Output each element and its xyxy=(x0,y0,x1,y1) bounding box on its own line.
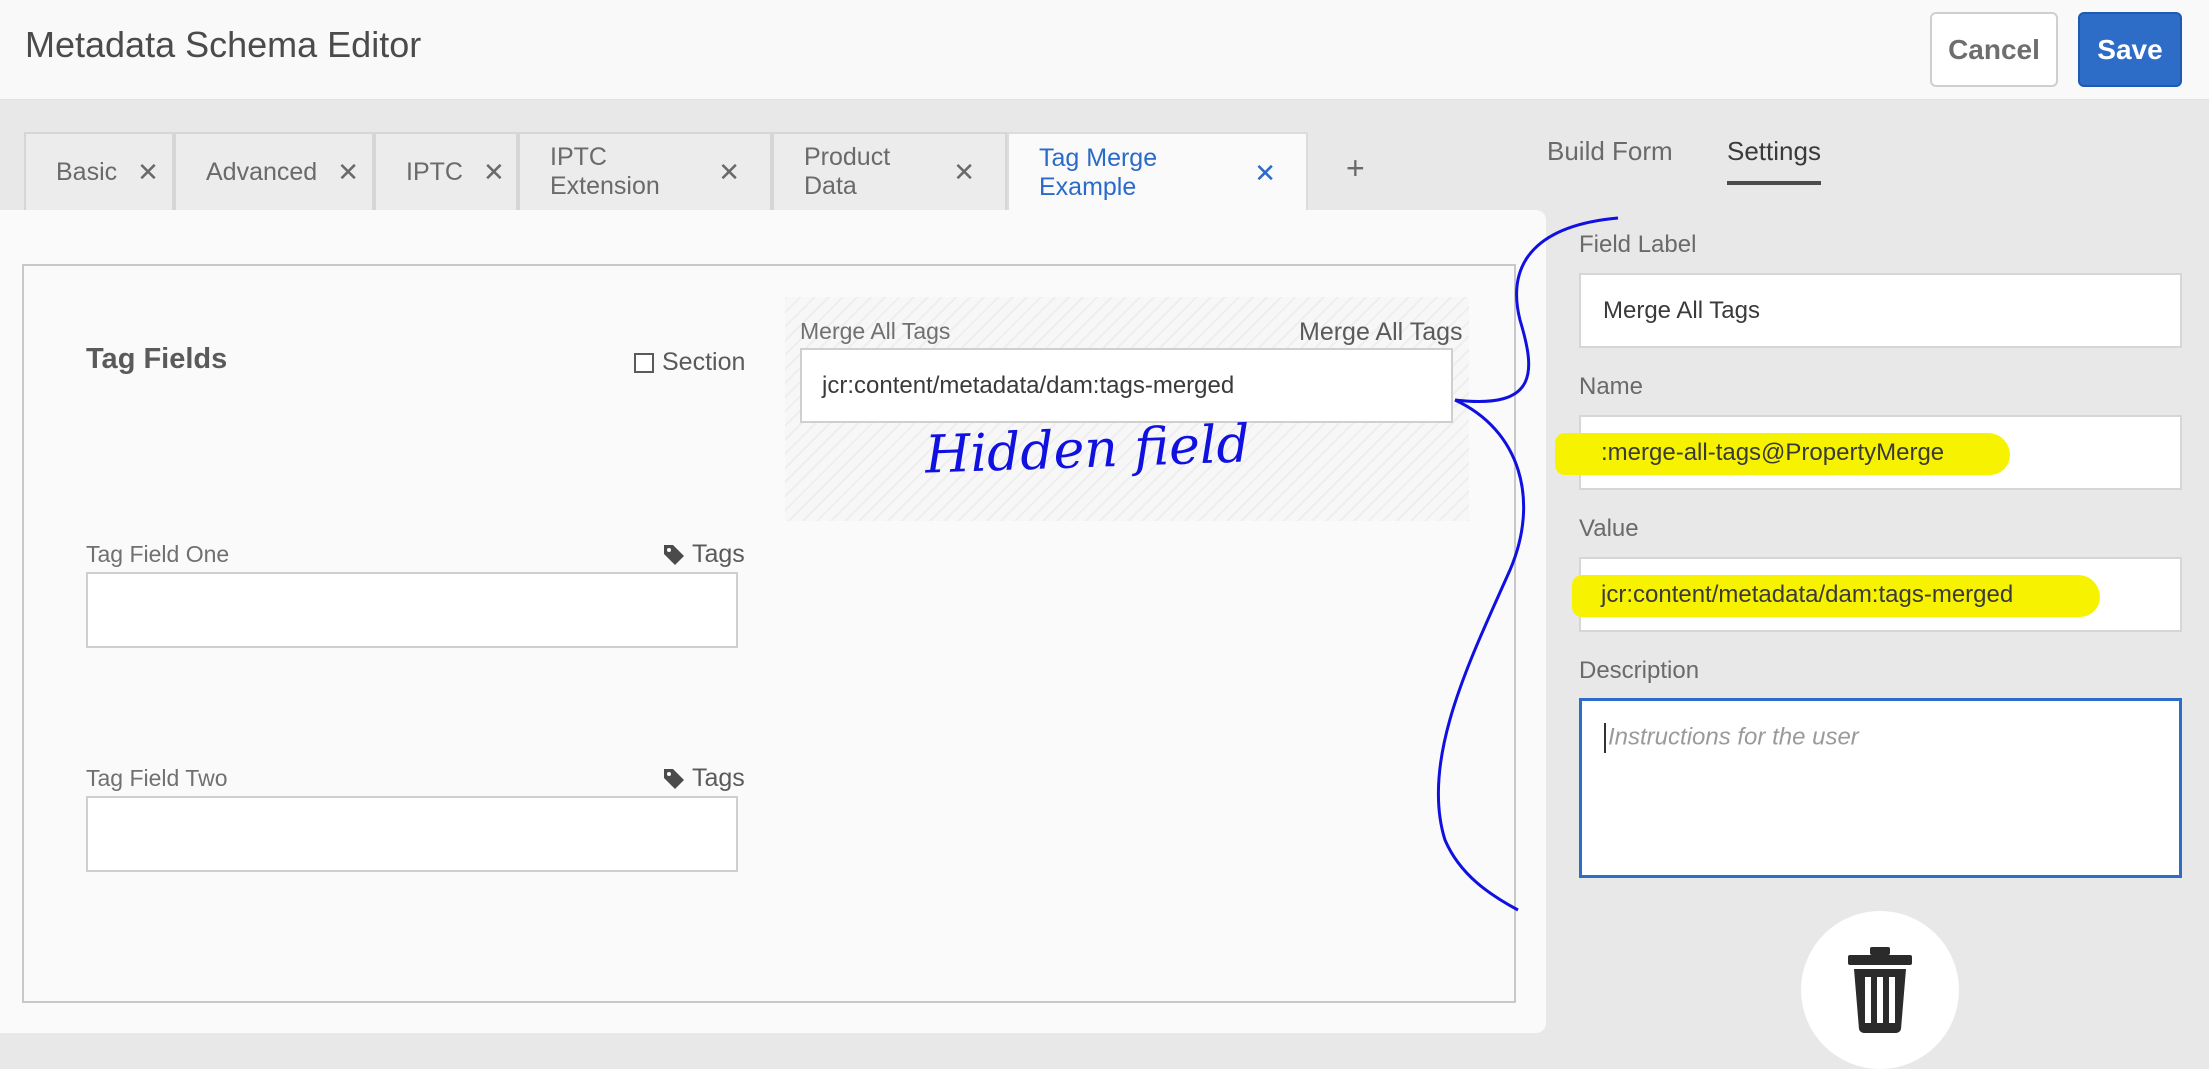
tab-settings[interactable]: Settings xyxy=(1727,136,1821,185)
trash-icon xyxy=(1848,947,1912,1033)
tag-icon xyxy=(664,544,684,565)
tab-basic[interactable]: Basic ✕ xyxy=(24,132,174,210)
tab-label: Tag Merge Example xyxy=(1039,144,1158,201)
section-type-label: Section xyxy=(662,348,746,376)
tab-product-data[interactable]: Product Data ✕ xyxy=(772,132,1007,210)
tab-label: IPTC xyxy=(406,157,463,186)
tab-advanced[interactable]: Advanced ✕ xyxy=(174,132,374,210)
field-type-label: Tags xyxy=(692,540,745,568)
tag-icon xyxy=(664,768,684,789)
hidden-field-annotation: Hidden field xyxy=(924,414,1251,486)
delete-field-button[interactable] xyxy=(1801,911,1959,1069)
close-icon[interactable]: ✕ xyxy=(483,157,505,188)
merge-field-label: Merge All Tags xyxy=(800,318,951,344)
cancel-button[interactable]: Cancel xyxy=(1930,12,2058,87)
add-tab-button[interactable]: + xyxy=(1346,150,1365,187)
name-caption: Name xyxy=(1579,373,1644,400)
section-type-indicator: Section xyxy=(634,348,745,377)
save-button[interactable]: Save xyxy=(2078,12,2182,87)
field-type-label: Tags xyxy=(692,764,745,792)
value-value: jcr:content/metadata/dam:tags-merged xyxy=(1601,581,2014,608)
tab-tag-merge-example[interactable]: Tag Merge Example ✕ xyxy=(1007,132,1308,212)
description-caption: Description xyxy=(1579,657,1700,684)
app-header: Metadata Schema Editor Cancel Save xyxy=(0,0,2209,100)
merge-field-type: Merge All Tags xyxy=(1299,318,1463,346)
tag-field-two-label: Tag Field Two xyxy=(86,765,228,791)
text-caret xyxy=(1604,723,1606,753)
field-label-input[interactable]: Merge All Tags xyxy=(1579,273,2182,348)
close-icon[interactable]: ✕ xyxy=(953,157,975,188)
section-title[interactable]: Tag Fields xyxy=(86,343,227,376)
name-value: :merge-all-tags@PropertyMerge xyxy=(1601,439,1945,466)
tab-label: Product Data xyxy=(804,143,891,200)
tab-build-form[interactable]: Build Form xyxy=(1547,136,1673,167)
description-placeholder: Instructions for the user xyxy=(1608,723,1859,751)
tag-field-one-label: Tag Field One xyxy=(86,541,230,567)
merge-field-input[interactable]: jcr:content/metadata/dam:tags-merged xyxy=(800,348,1453,423)
description-textarea[interactable]: Instructions for the user xyxy=(1579,698,2182,878)
field-label-caption: Field Label xyxy=(1579,231,1697,258)
close-icon[interactable]: ✕ xyxy=(137,157,159,188)
close-icon[interactable]: ✕ xyxy=(1254,158,1276,189)
tab-label: Advanced xyxy=(206,157,318,186)
close-icon[interactable]: ✕ xyxy=(718,157,740,188)
close-icon[interactable]: ✕ xyxy=(337,157,359,188)
tab-label: Basic xyxy=(56,157,118,186)
tab-iptc[interactable]: IPTC ✕ xyxy=(374,132,518,210)
tag-field-one-input[interactable] xyxy=(86,572,738,648)
tag-field-two-type: Tags xyxy=(662,764,745,793)
tag-field-one-type: Tags xyxy=(662,540,745,569)
value-caption: Value xyxy=(1579,515,1639,542)
page-title: Metadata Schema Editor xyxy=(25,24,422,65)
tab-iptc-extension[interactable]: IPTC Extension ✕ xyxy=(518,132,772,210)
tag-field-two-input[interactable] xyxy=(86,796,738,872)
square-icon xyxy=(634,352,654,373)
tab-label: IPTC Extension xyxy=(550,143,660,200)
